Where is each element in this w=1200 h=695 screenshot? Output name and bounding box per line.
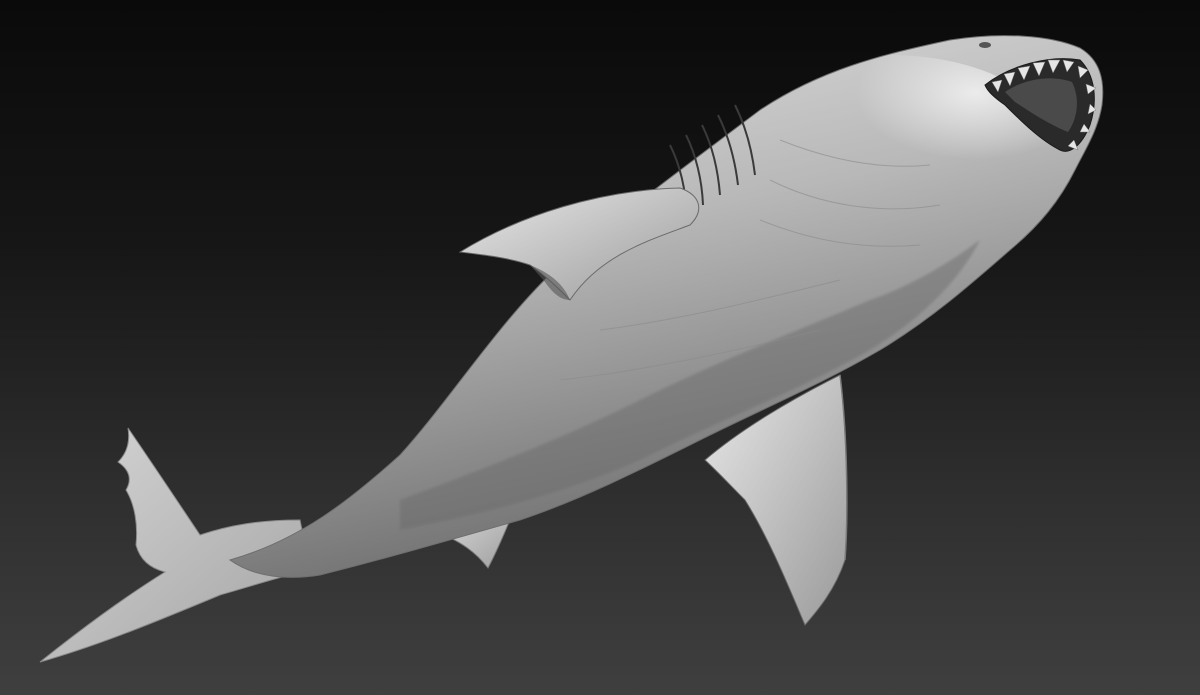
shark-eye <box>979 42 991 48</box>
render-viewport <box>0 0 1200 695</box>
shark-sculpt-render <box>39 35 1104 663</box>
tail-fin <box>39 427 311 663</box>
